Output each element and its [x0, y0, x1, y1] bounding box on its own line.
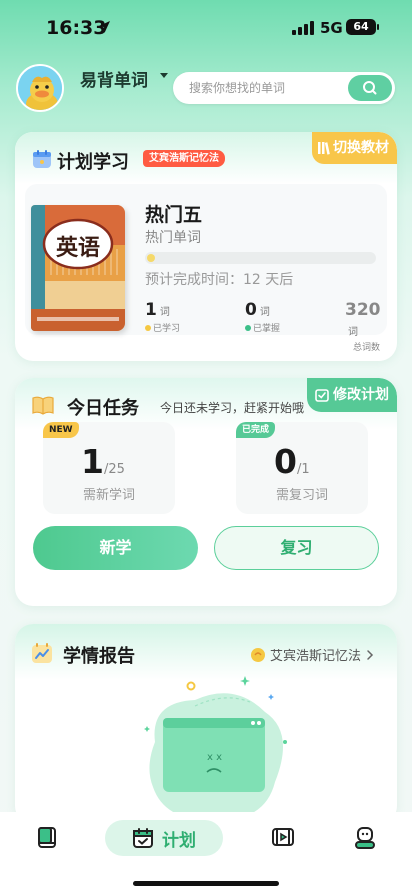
review-words-label: 需复习词: [275, 488, 328, 503]
report-chart-icon: [32, 643, 52, 663]
open-book-icon: [32, 396, 54, 415]
book-icon[interactable]: [36, 826, 58, 850]
stat-learned-label: 已学习: [153, 324, 181, 334]
plan-title: 计划学习: [57, 152, 129, 173]
brain-icon: [250, 647, 265, 662]
network-type: 5G: [320, 19, 343, 37]
stat-learned-unit: 词: [159, 307, 170, 318]
completion-eta: 预计完成时间：12 天后: [145, 272, 294, 288]
svg-text:x x: x x: [207, 752, 222, 763]
stat-total-value: 320: [345, 300, 381, 320]
new-words-count: 1: [81, 442, 104, 481]
book-cover-text: 英语: [55, 236, 100, 261]
new-words-label: 需新学词: [82, 488, 135, 503]
memory-method-link[interactable]: 艾宾浩斯记忆法: [250, 645, 375, 664]
new-words-box[interactable]: NEW 1/25 需新学词: [43, 422, 175, 514]
task-hint: 今日还未学习，赶紧开始哦: [160, 401, 305, 415]
chevron-right-icon: [367, 649, 374, 660]
calendar-check-icon: [133, 828, 153, 848]
duck-avatar-icon: [18, 66, 62, 110]
learned-dot-icon: [145, 324, 151, 331]
review-words-count: 0: [274, 442, 297, 481]
chevron-down-icon[interactable]: [160, 73, 168, 78]
book-name: 热门五: [145, 204, 203, 226]
report-card: 学情报告 艾宾浩斯记忆法 x x: [15, 624, 397, 824]
battery-icon: 64: [346, 19, 379, 35]
stat-learned: 1词 已学习: [145, 300, 180, 334]
profile-icon[interactable]: [354, 826, 376, 850]
search-bar[interactable]: [173, 72, 395, 104]
completed-tag: 已完成: [236, 422, 276, 438]
task-card: 今日任务 今日还未学习，赶紧开始哦 修改计划 NEW 1/25 需新学词 已完成…: [15, 378, 397, 606]
switch-textbook-label: 切换教材: [333, 140, 389, 156]
status-bar: 16:33 5G 64: [0, 0, 412, 56]
calendar-icon: [33, 150, 51, 168]
mastered-dot-icon: [245, 324, 251, 331]
cellular-signal-icon: [292, 21, 314, 35]
video-icon[interactable]: [271, 826, 295, 848]
app-title[interactable]: 易背单词: [80, 66, 148, 91]
search-icon: [363, 81, 377, 95]
progress-dot: [147, 254, 155, 262]
report-title: 学情报告: [63, 646, 135, 667]
stat-mastered: 0词 已掌握: [245, 300, 280, 334]
stat-learned-value: 1: [145, 300, 157, 320]
memory-method-label: 艾宾浩斯记忆法: [269, 649, 361, 664]
empty-report-illustration: x x: [144, 676, 287, 821]
avatar[interactable]: [16, 64, 64, 112]
learn-new-button[interactable]: 新学: [33, 526, 198, 570]
plan-card: 计划学习 艾宾浩斯记忆法 切换教材 英语 热门五 热门单词 预计完成时间：12 …: [15, 132, 397, 361]
tab-plan-label: 计划: [162, 830, 196, 851]
stat-total-unit: 词: [348, 327, 358, 338]
new-words-total: /25: [103, 462, 125, 477]
stat-mastered-value: 0: [245, 300, 257, 320]
book-cover[interactable]: 英语: [31, 205, 125, 331]
tab-plan[interactable]: 计划: [105, 820, 223, 856]
book-cover-art: [31, 205, 125, 331]
review-button[interactable]: 复习: [214, 526, 379, 570]
modify-plan-label: 修改计划: [333, 387, 389, 403]
edit-plan-icon: [315, 389, 329, 402]
search-input[interactable]: [189, 72, 349, 104]
book-panel[interactable]: 英语 热门五 热门单词 预计完成时间：12 天后 1词 已学习 0词 已掌握 3…: [25, 184, 387, 353]
home-indicator: [133, 881, 279, 886]
search-button[interactable]: [348, 75, 392, 101]
study-progress-bar: [145, 252, 376, 264]
review-words-box[interactable]: 已完成 0/1 需复习词: [236, 422, 368, 514]
task-title: 今日任务: [67, 398, 139, 419]
review-words-total: /1: [296, 462, 310, 477]
stat-total-label: 总词数: [353, 343, 381, 353]
method-tag: 艾宾浩斯记忆法: [143, 150, 225, 167]
stat-mastered-unit: 词: [259, 307, 270, 318]
books-icon: [318, 142, 330, 155]
modify-plan-button[interactable]: 修改计划: [307, 378, 397, 412]
switch-textbook-button[interactable]: 切换教材: [312, 132, 397, 164]
location-arrow-icon: [98, 21, 110, 33]
stat-total: 320 词 总词数: [345, 300, 387, 353]
new-tag: NEW: [43, 422, 79, 438]
book-subtitle: 热门单词: [145, 230, 201, 246]
stat-mastered-label: 已掌握: [253, 324, 281, 334]
